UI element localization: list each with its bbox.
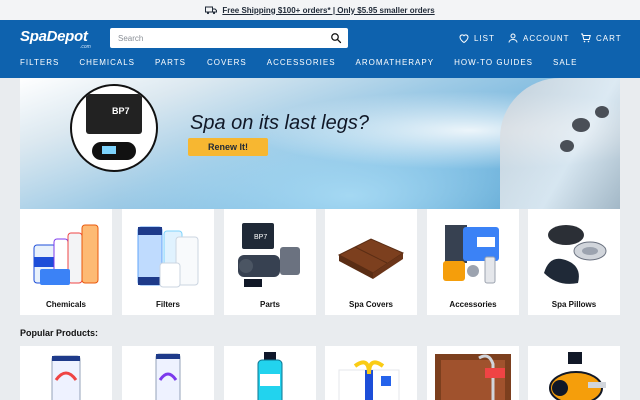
list-link[interactable]: LIST <box>458 32 495 44</box>
spa-jet-image <box>572 118 590 132</box>
category-label: Accessories <box>449 300 497 309</box>
accessories-image <box>443 225 499 284</box>
category-label: Parts <box>259 300 280 309</box>
spa-jet-image <box>595 106 609 118</box>
category-tile-spa-covers[interactable]: Spa Covers <box>325 209 417 315</box>
nav-covers[interactable]: COVERS <box>207 58 247 67</box>
product-card[interactable] <box>427 346 519 400</box>
site-header: SpaDepot .com LIST ACCOUNT CART FILTERS … <box>0 20 640 78</box>
category-label: Chemicals <box>45 300 87 309</box>
cart-link[interactable]: CART <box>580 32 622 44</box>
product-image <box>435 354 511 400</box>
truck-icon <box>205 6 218 15</box>
nav-sale[interactable]: SALE <box>553 58 577 67</box>
controller-label: BP7 <box>112 106 130 116</box>
nav-filters[interactable]: FILTERS <box>20 58 59 67</box>
hero-banner[interactable]: BP7 Spa on its last legs? Renew It! <box>20 78 620 209</box>
spa-jet-image <box>560 140 574 152</box>
category-tile-filters[interactable]: Filters <box>122 209 214 315</box>
category-tile-parts[interactable]: BP7 Parts <box>224 209 316 315</box>
popular-products-heading: Popular Products: <box>20 328 99 338</box>
renew-button[interactable]: Renew It! <box>188 138 268 156</box>
main-nav: FILTERS CHEMICALS PARTS COVERS ACCESSORI… <box>20 58 577 67</box>
nav-how-to-guides[interactable]: HOW-TO GUIDES <box>454 58 533 67</box>
promo-bar[interactable]: Free Shipping $100+ orders* | Only $5.95… <box>0 0 640 20</box>
product-image <box>155 353 181 400</box>
spa-controller-image: BP7 <box>70 84 158 172</box>
hero-headline: Spa on its last legs? <box>190 112 369 134</box>
product-image <box>338 360 400 400</box>
product-card[interactable] <box>528 346 620 400</box>
chemicals-image <box>33 224 99 285</box>
category-label: Spa Covers <box>348 300 394 309</box>
promo-text[interactable]: Free Shipping $100+ orders* | Only $5.95… <box>222 6 434 15</box>
account-label: ACCOUNT <box>523 33 570 43</box>
search-input[interactable] <box>110 28 320 48</box>
search-icon[interactable] <box>330 32 342 44</box>
nav-accessories[interactable]: ACCESSORIES <box>267 58 336 67</box>
parts-image: BP7 <box>238 223 300 287</box>
search-bar <box>110 28 348 48</box>
spa-cover-image <box>337 238 405 279</box>
logo-suffix: .com <box>80 44 91 50</box>
nav-chemicals[interactable]: CHEMICALS <box>79 58 135 67</box>
cart-icon <box>581 33 591 43</box>
account-link[interactable]: ACCOUNT <box>507 32 570 44</box>
product-card[interactable] <box>224 346 316 400</box>
category-tile-spa-pillows[interactable]: Spa Pillows <box>528 209 620 315</box>
category-tile-chemicals[interactable]: Chemicals <box>20 209 112 315</box>
user-icon <box>508 33 518 43</box>
nav-parts[interactable]: PARTS <box>155 58 186 67</box>
cart-label: CART <box>596 33 622 43</box>
product-card[interactable] <box>20 346 112 400</box>
spa-pillows-image <box>544 225 607 284</box>
logo[interactable]: SpaDepot <box>20 28 88 45</box>
list-label: LIST <box>474 33 495 43</box>
product-image <box>51 355 81 400</box>
product-card[interactable] <box>122 346 214 400</box>
heart-icon <box>459 34 469 44</box>
svg-text:BP7: BP7 <box>254 234 267 241</box>
filters-image <box>137 226 199 288</box>
category-label: Filters <box>155 300 180 309</box>
product-image <box>549 352 606 400</box>
product-card[interactable] <box>325 346 417 400</box>
product-image <box>257 352 283 400</box>
category-label: Spa Pillows <box>551 300 597 309</box>
category-tile-accessories[interactable]: Accessories <box>427 209 519 315</box>
nav-aromatherapy[interactable]: AROMATHERAPY <box>356 58 435 67</box>
